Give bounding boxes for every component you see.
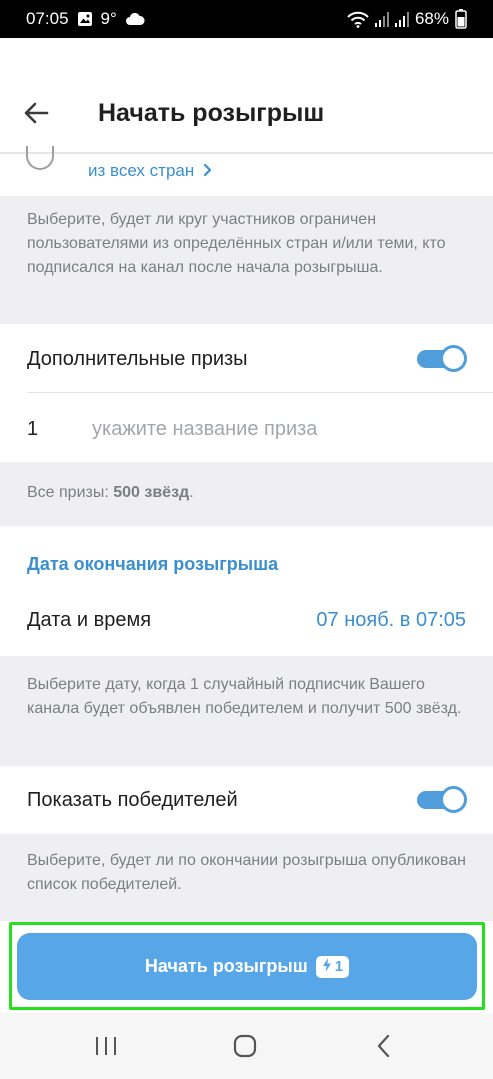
prize-summary-value: 500 звёзд: [113, 484, 190, 501]
date-time-label: Дата и время: [27, 609, 152, 631]
system-nav-bar: [0, 1013, 493, 1079]
prize-summary-section: Все призы: 500 звёзд.: [0, 462, 493, 526]
boost-count: 1: [334, 958, 344, 975]
back-icon: [368, 1034, 408, 1065]
end-date-hint: Выберите дату, когда 1 случайный подписч…: [27, 676, 462, 717]
signal-icon: [374, 11, 389, 27]
page-title: Начать розыгрыш: [98, 99, 325, 127]
countries-link-label: из всех стран: [88, 161, 195, 180]
cloud-icon: [125, 12, 145, 26]
divider: [27, 392, 493, 393]
end-date-hint-section: Выберите дату, когда 1 случайный подписч…: [0, 656, 493, 766]
signal-icon: [394, 11, 409, 27]
system-back-button[interactable]: [368, 1031, 408, 1061]
end-date-section-title: Дата окончания розыгрыша: [27, 554, 279, 574]
countries-hint-section: Выберите, будет ли круг участников огран…: [0, 196, 493, 324]
show-winners-toggle[interactable]: [417, 785, 467, 813]
start-giveaway-label: Начать розыгрыш: [144, 956, 308, 976]
start-giveaway-button[interactable]: Начать розыгрыш 1: [17, 933, 477, 1000]
extra-prizes-toggle[interactable]: [417, 344, 467, 372]
image-icon: [77, 11, 93, 27]
battery-icon: [455, 9, 467, 29]
prize-summary-prefix: Все призы:: [27, 484, 109, 501]
arrow-left-icon: [20, 102, 54, 134]
status-temperature: 9°: [100, 9, 117, 28]
show-winners-section: Показать победителей: [0, 766, 493, 834]
toggle-knob: [440, 786, 467, 813]
status-battery: 68%: [414, 9, 449, 28]
boost-badge: 1: [315, 955, 350, 978]
status-bar: 07:05 9° 68%: [0, 0, 493, 38]
countries-row[interactable]: из всех стран: [0, 146, 493, 196]
extra-prizes-label: Дополнительные призы: [27, 348, 248, 370]
status-time: 07:05: [26, 9, 69, 28]
show-winners-hint-section: Выберите, будет ли по окончании розыгрыш…: [0, 834, 493, 922]
prize-summary-suffix: .: [189, 484, 194, 501]
home-icon: [226, 1034, 266, 1065]
radio-button[interactable]: [26, 146, 54, 170]
prize-number: 1: [27, 418, 39, 440]
lightning-icon: [322, 957, 332, 976]
date-time-value[interactable]: 07 нояб. в 07:05: [316, 609, 466, 632]
back-button[interactable]: [20, 96, 54, 130]
recent-apps-icon: [86, 1037, 126, 1065]
recent-apps-button[interactable]: [86, 1031, 126, 1061]
prize-summary: Все призы: 500 звёзд.: [27, 481, 472, 505]
app-header: Начать розыгрыш: [0, 38, 493, 153]
home-button[interactable]: [226, 1031, 266, 1061]
end-date-section: Дата окончания розыгрыша Дата и время 07…: [0, 526, 493, 656]
extra-prizes-section: Дополнительные призы 1: [0, 324, 493, 462]
countries-link[interactable]: из всех стран: [88, 161, 213, 182]
chevron-right-icon: [203, 162, 213, 182]
show-winners-label: Показать победителей: [27, 789, 238, 811]
countries-hint: Выберите, будет ли круг участников огран…: [27, 211, 446, 276]
toggle-knob: [440, 345, 467, 372]
show-winners-hint: Выберите, будет ли по окончании розыгрыш…: [27, 852, 466, 893]
prize-name-input[interactable]: [92, 413, 462, 445]
wifi-icon: [347, 11, 369, 28]
